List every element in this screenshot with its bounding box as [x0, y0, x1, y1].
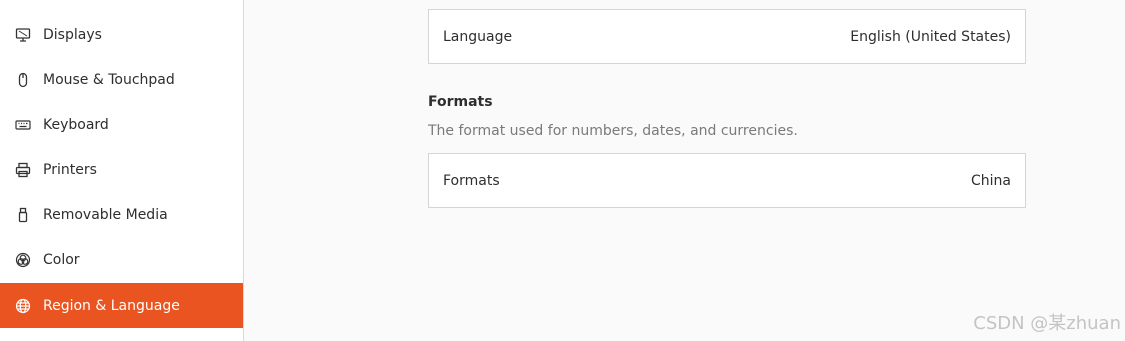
formats-section-description: The format used for numbers, dates, and …	[428, 123, 798, 139]
settings-sidebar: Displays Mouse & Touchpad Keyboard Print…	[0, 0, 244, 341]
watermark: CSDN @某zhuan	[973, 313, 1121, 334]
sidebar-item-label: Printers	[43, 161, 97, 178]
sidebar-item-mouse-touchpad[interactable]: Mouse & Touchpad	[0, 57, 243, 102]
formats-value: China	[971, 172, 1011, 189]
formats-section-title: Formats	[428, 94, 493, 110]
usb-drive-icon	[14, 206, 32, 224]
sidebar-item-label: Removable Media	[43, 206, 168, 223]
sidebar-item-region-language[interactable]: Region & Language	[0, 283, 243, 328]
mouse-icon	[14, 71, 32, 89]
language-row[interactable]: Language English (United States)	[429, 10, 1025, 63]
region-language-panel: Language English (United States) Formats…	[244, 0, 1125, 341]
keyboard-icon	[14, 116, 32, 134]
sidebar-item-keyboard[interactable]: Keyboard	[0, 102, 243, 147]
sidebar-item-label: Region & Language	[43, 297, 180, 314]
language-value: English (United States)	[850, 28, 1011, 45]
color-icon	[14, 251, 32, 269]
display-icon	[14, 26, 32, 44]
formats-row[interactable]: Formats China	[429, 154, 1025, 207]
formats-label: Formats	[443, 172, 500, 189]
globe-icon	[14, 297, 32, 315]
sidebar-item-label: Keyboard	[43, 116, 109, 133]
language-card: Language English (United States)	[428, 9, 1026, 64]
sidebar-item-displays[interactable]: Displays	[0, 12, 243, 57]
sidebar-item-label: Displays	[43, 26, 102, 43]
sidebar-item-color[interactable]: Color	[0, 237, 243, 282]
sidebar-item-label: Color	[43, 251, 80, 268]
language-label: Language	[443, 28, 513, 45]
formats-card: Formats China	[428, 153, 1026, 208]
printer-icon	[14, 161, 32, 179]
sidebar-item-removable-media[interactable]: Removable Media	[0, 192, 243, 237]
sidebar-item-label: Mouse & Touchpad	[43, 71, 175, 88]
sidebar-item-printers[interactable]: Printers	[0, 147, 243, 192]
